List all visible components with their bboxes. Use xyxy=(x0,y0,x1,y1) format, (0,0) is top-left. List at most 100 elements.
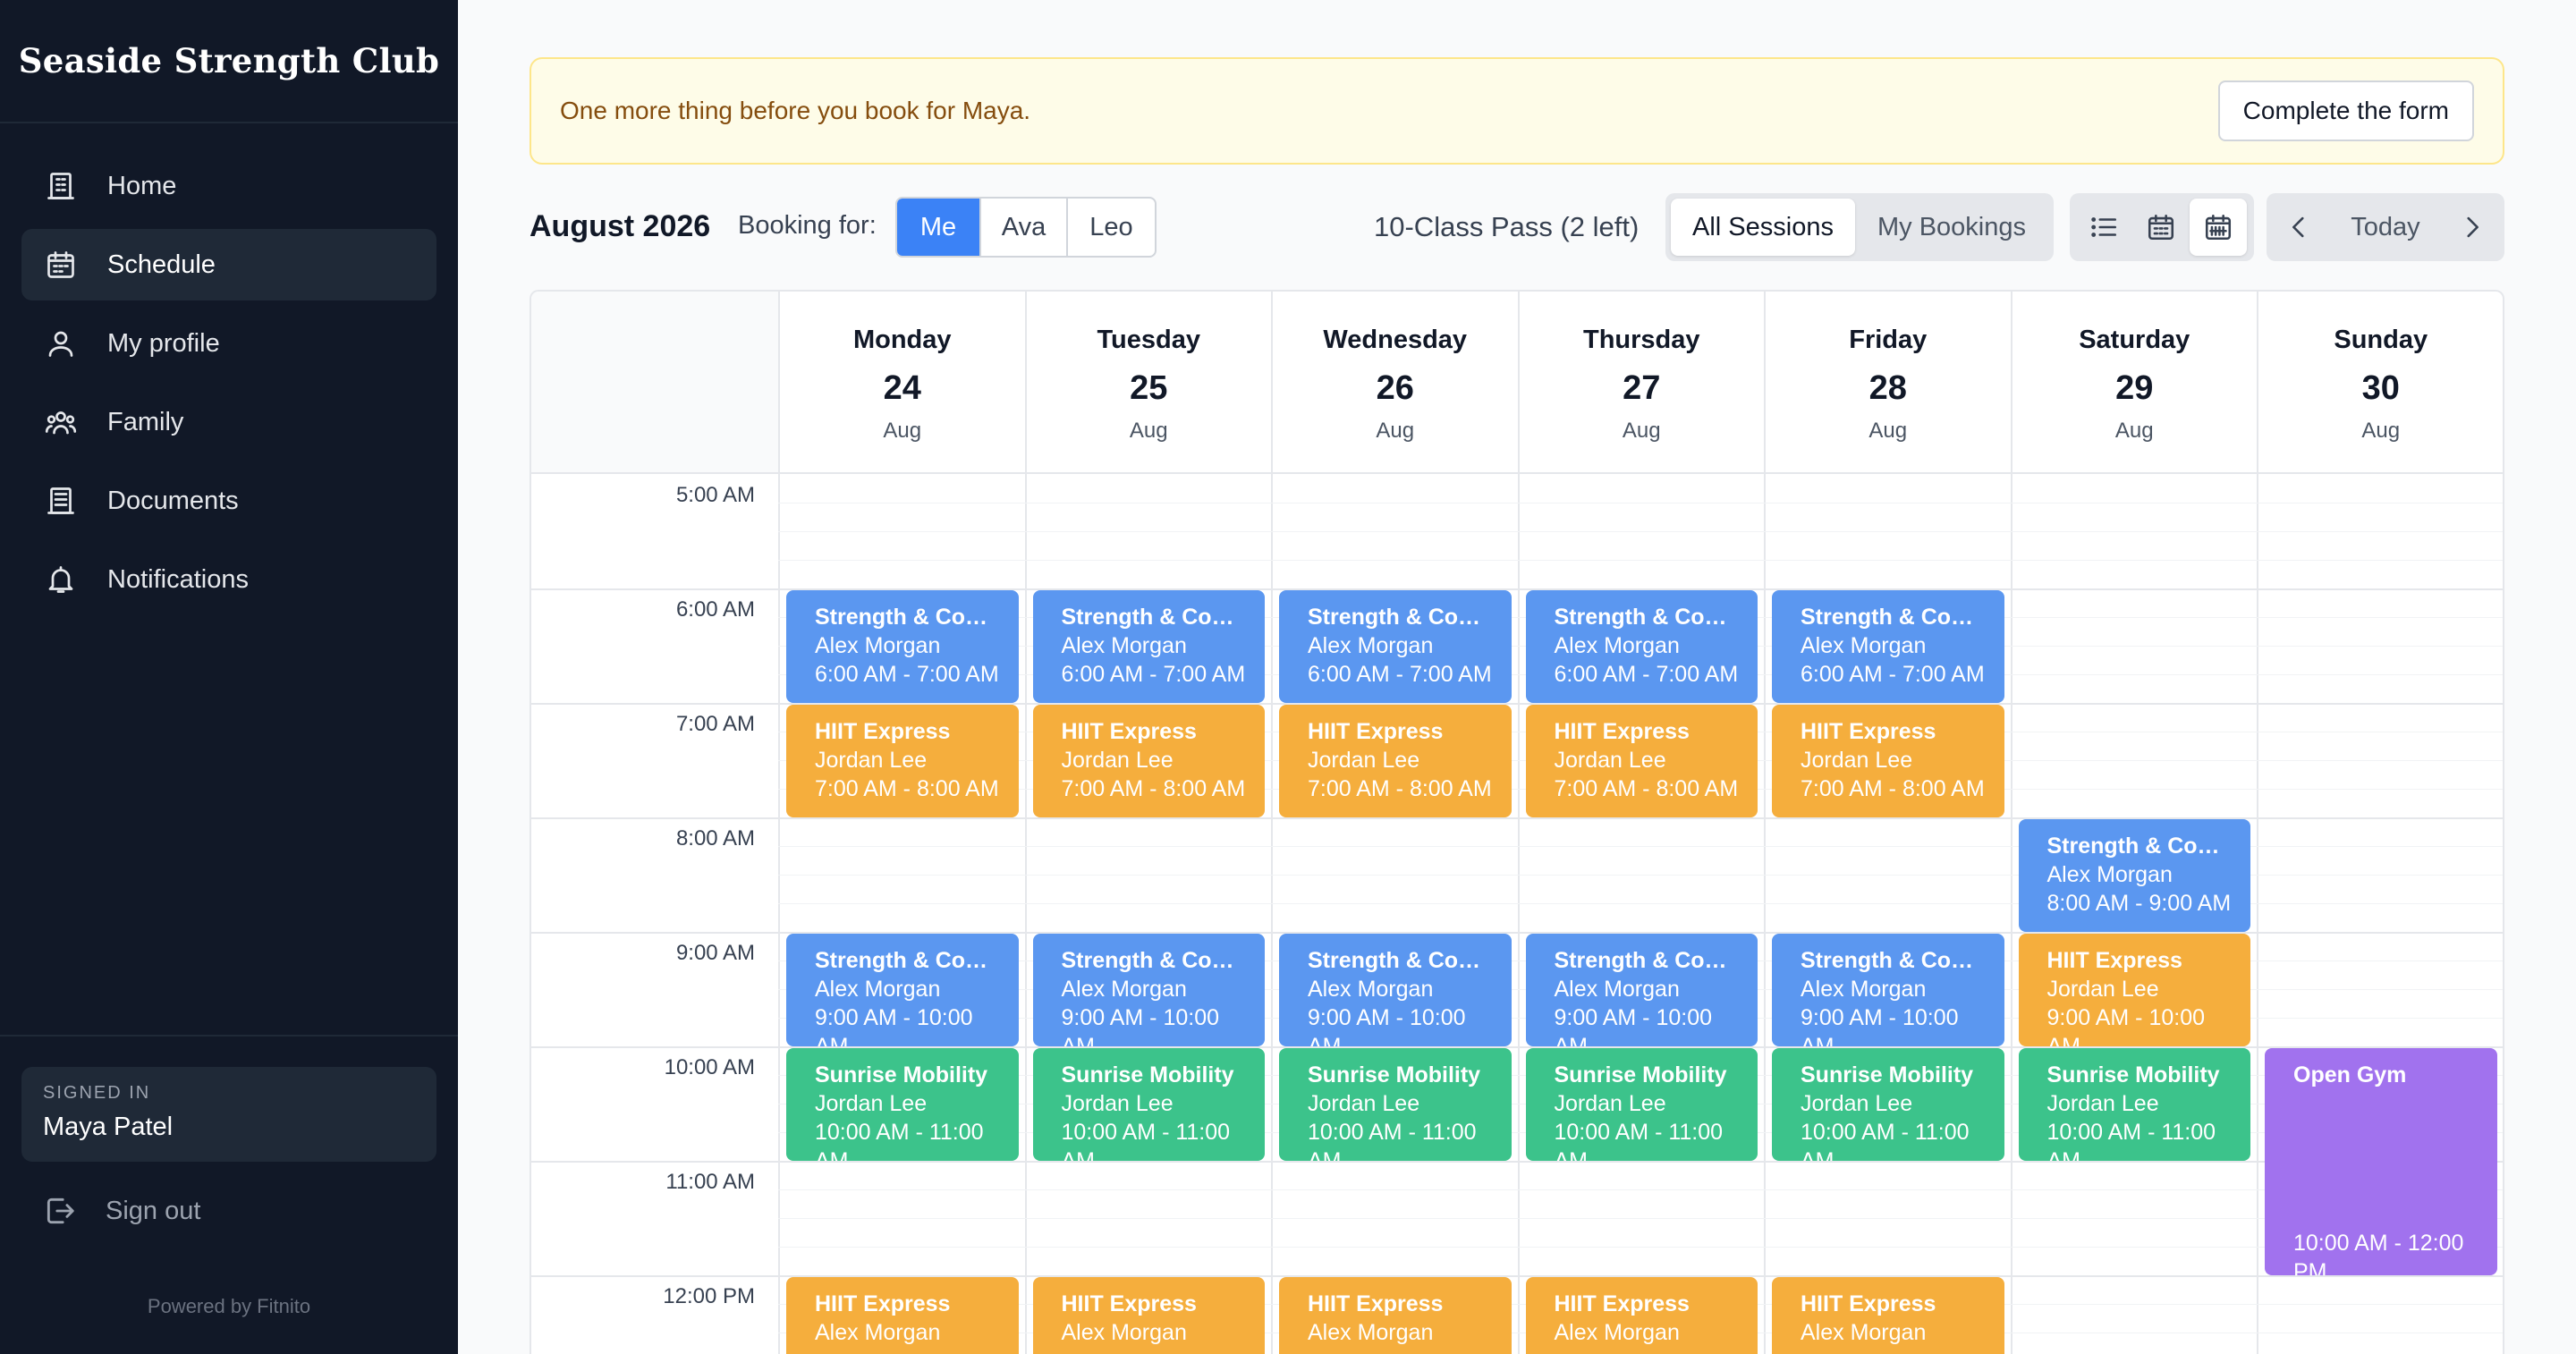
day-date: 28 xyxy=(1868,369,1907,407)
class-event[interactable]: HIIT Express Jordan Lee 7:00 AM - 8:00 AM xyxy=(1525,705,1758,817)
sidebar-item-label: Notifications xyxy=(107,564,249,594)
booking-option-me[interactable]: Me xyxy=(897,199,979,256)
month-title: August 2026 xyxy=(530,209,711,243)
event-time: 9:00 AM - 10:00 AM xyxy=(1801,1005,1959,1046)
class-event[interactable]: HIIT Express Jordan Lee 7:00 AM - 8:00 AM xyxy=(1279,705,1512,817)
class-event[interactable]: HIIT Express Jordan Lee 7:00 AM - 8:00 AM xyxy=(786,705,1019,817)
list-view-button[interactable] xyxy=(2075,199,2132,256)
event-coach: Alex Morgan xyxy=(1308,633,1434,658)
event-coach: Jordan Lee xyxy=(1308,1091,1420,1116)
time-label: 9:00 AM xyxy=(675,941,755,965)
class-pass-status: 10-Class Pass (2 left) xyxy=(1374,211,1640,242)
class-event[interactable]: Strength & Con... Alex Morgan 6:00 AM - 7:… xyxy=(786,590,1019,703)
event-time: 10:00 AM - 11:00 AM xyxy=(1308,1120,1477,1161)
sidebar-item-my-profile[interactable]: My profile xyxy=(21,308,436,379)
class-event[interactable]: Strength & Con... Alex Morgan 6:00 AM - 7:… xyxy=(1772,590,2004,703)
class-event[interactable]: HIIT Express Jordan Lee 7:00 AM - 8:00 AM xyxy=(1032,705,1265,817)
class-event[interactable]: HIIT Express Alex Morgan xyxy=(1032,1277,1265,1354)
day-name: Friday xyxy=(1849,326,1928,354)
sidebar-item-documents[interactable]: Documents xyxy=(21,465,436,537)
user-name: Maya Patel xyxy=(43,1113,174,1141)
event-time: 6:00 AM - 7:00 AM xyxy=(815,662,999,687)
view-switcher xyxy=(2070,193,2254,261)
class-event[interactable]: HIIT Express Alex Morgan xyxy=(1525,1277,1758,1354)
sidebar-item-family[interactable]: Family xyxy=(21,386,436,458)
day-column-divider xyxy=(1764,472,1766,1354)
class-event[interactable]: HIIT Express Alex Morgan xyxy=(1772,1277,2004,1354)
time-gutter-header xyxy=(531,292,778,472)
quarter-gridline xyxy=(778,503,2503,504)
day-date: 24 xyxy=(883,369,921,407)
day-header-saturday: Saturday 29 Aug xyxy=(2010,292,2258,472)
class-event[interactable]: Sunrise Mobility Jordan Lee 10:00 AM - 11:… xyxy=(2018,1048,2250,1161)
quarter-gridline xyxy=(778,1247,2503,1248)
class-event[interactable]: Sunrise Mobility Jordan Lee 10:00 AM - 11:… xyxy=(1525,1048,1758,1161)
today-button[interactable]: Today xyxy=(2326,199,2445,256)
event-title: HIIT Express xyxy=(1801,719,1936,744)
event-title: HIIT Express xyxy=(815,1291,951,1316)
previous-week-button[interactable] xyxy=(2272,199,2326,256)
event-time: 8:00 AM - 9:00 AM xyxy=(2046,891,2232,916)
class-event[interactable]: Strength & Con... Alex Morgan 9:00 AM - 10… xyxy=(1525,934,1758,1046)
class-event[interactable]: Strength & Con... Alex Morgan 8:00 AM - 9:… xyxy=(2018,819,2250,932)
class-event[interactable]: Strength & Con... Alex Morgan 9:00 AM - 10… xyxy=(786,934,1019,1046)
event-coach: Alex Morgan xyxy=(1308,1320,1434,1345)
event-coach: Alex Morgan xyxy=(1801,633,1927,658)
event-title: Open Gym xyxy=(2293,1062,2407,1087)
event-time: 7:00 AM - 8:00 AM xyxy=(1554,776,1739,801)
time-label: 12:00 PM xyxy=(663,1284,755,1308)
filter-all-sessions[interactable]: All Sessions xyxy=(1671,199,1855,256)
event-time: 7:00 AM - 8:00 AM xyxy=(1061,776,1246,801)
day-date: 30 xyxy=(2361,369,2400,407)
event-title: Strength & Con... xyxy=(1308,948,1483,973)
chevron-left-icon xyxy=(2292,216,2304,238)
event-title: Sunrise Mobility xyxy=(1061,1062,1234,1087)
event-title: HIIT Express xyxy=(1308,1291,1444,1316)
class-event[interactable]: Open Gym 10:00 AM - 12:00 PM xyxy=(2265,1048,2497,1275)
class-event[interactable]: HIIT Express Alex Morgan xyxy=(786,1277,1019,1354)
class-event[interactable]: Strength & Con... Alex Morgan 6:00 AM - 7:… xyxy=(1279,590,1512,703)
event-coach: Jordan Lee xyxy=(1061,1091,1174,1116)
class-event[interactable]: HIIT Express Jordan Lee 9:00 AM - 10:00 AM xyxy=(2018,934,2250,1046)
event-coach: Alex Morgan xyxy=(815,1320,941,1345)
time-label: 5:00 AM xyxy=(675,483,755,507)
event-title: Strength & Con... xyxy=(1801,948,1976,973)
week-view-button[interactable] xyxy=(2190,199,2247,256)
booking-option-leo[interactable]: Leo xyxy=(1066,199,1155,256)
booking-option-ava[interactable]: Ava xyxy=(979,199,1066,256)
sidebar-item-notifications[interactable]: Notifications xyxy=(21,544,436,615)
event-title: Sunrise Mobility xyxy=(1308,1062,1481,1087)
class-event[interactable]: Strength & Con... Alex Morgan 9:00 AM - 10… xyxy=(1772,934,2004,1046)
day-name: Wednesday xyxy=(1323,326,1468,354)
week-calendar: Monday 24 Aug Tuesday 25 Aug Wednesday 26 Aug Thu… xyxy=(530,290,2504,1354)
event-time: 7:00 AM - 8:00 AM xyxy=(1308,776,1492,801)
class-event[interactable]: Strength & Con... Alex Morgan 9:00 AM - 10… xyxy=(1279,934,1512,1046)
event-time: 6:00 AM - 7:00 AM xyxy=(1308,662,1492,687)
sidebar-item-home[interactable]: Home xyxy=(21,150,436,222)
filter-my-bookings[interactable]: My Bookings xyxy=(1855,199,2048,256)
class-event[interactable]: Strength & Con... Alex Morgan 6:00 AM - 7:… xyxy=(1525,590,1758,703)
sign-out-button[interactable]: Sign out xyxy=(43,1194,415,1228)
class-event[interactable]: HIIT Express Jordan Lee 7:00 AM - 8:00 AM xyxy=(1772,705,2004,817)
sidebar-item-schedule[interactable]: Schedule xyxy=(21,229,436,300)
complete-form-button[interactable]: Complete the form xyxy=(2217,80,2474,141)
class-event[interactable]: Sunrise Mobility Jordan Lee 10:00 AM - 11:… xyxy=(1032,1048,1265,1161)
class-event[interactable]: Strength & Con... Alex Morgan 9:00 AM - 10… xyxy=(1032,934,1265,1046)
quarter-gridline xyxy=(778,1189,2503,1190)
class-event[interactable]: HIIT Express Alex Morgan xyxy=(1279,1277,1512,1354)
event-time: 10:00 AM - 12:00 PM xyxy=(2293,1231,2464,1275)
session-filter: All Sessions My Bookings xyxy=(1665,193,2054,261)
month-view-button[interactable] xyxy=(2132,199,2190,256)
event-coach: Alex Morgan xyxy=(1061,977,1187,1002)
day-column-divider xyxy=(2010,472,2012,1354)
day-month: Aug xyxy=(883,419,922,443)
class-event[interactable]: Sunrise Mobility Jordan Lee 10:00 AM - 11:… xyxy=(786,1048,1019,1161)
class-event[interactable]: Sunrise Mobility Jordan Lee 10:00 AM - 11:… xyxy=(1772,1048,2004,1161)
event-title: HIIT Express xyxy=(1308,719,1444,744)
next-week-button[interactable] xyxy=(2445,199,2499,256)
class-event[interactable]: Strength & Con... Alex Morgan 6:00 AM - 7:… xyxy=(1032,590,1265,703)
powered-by: Powered by Fitnito xyxy=(147,1295,311,1317)
day-header-sunday: Sunday 30 Aug xyxy=(2257,292,2503,472)
time-label: 11:00 AM xyxy=(665,1170,755,1194)
class-event[interactable]: Sunrise Mobility Jordan Lee 10:00 AM - 11:… xyxy=(1279,1048,1512,1161)
